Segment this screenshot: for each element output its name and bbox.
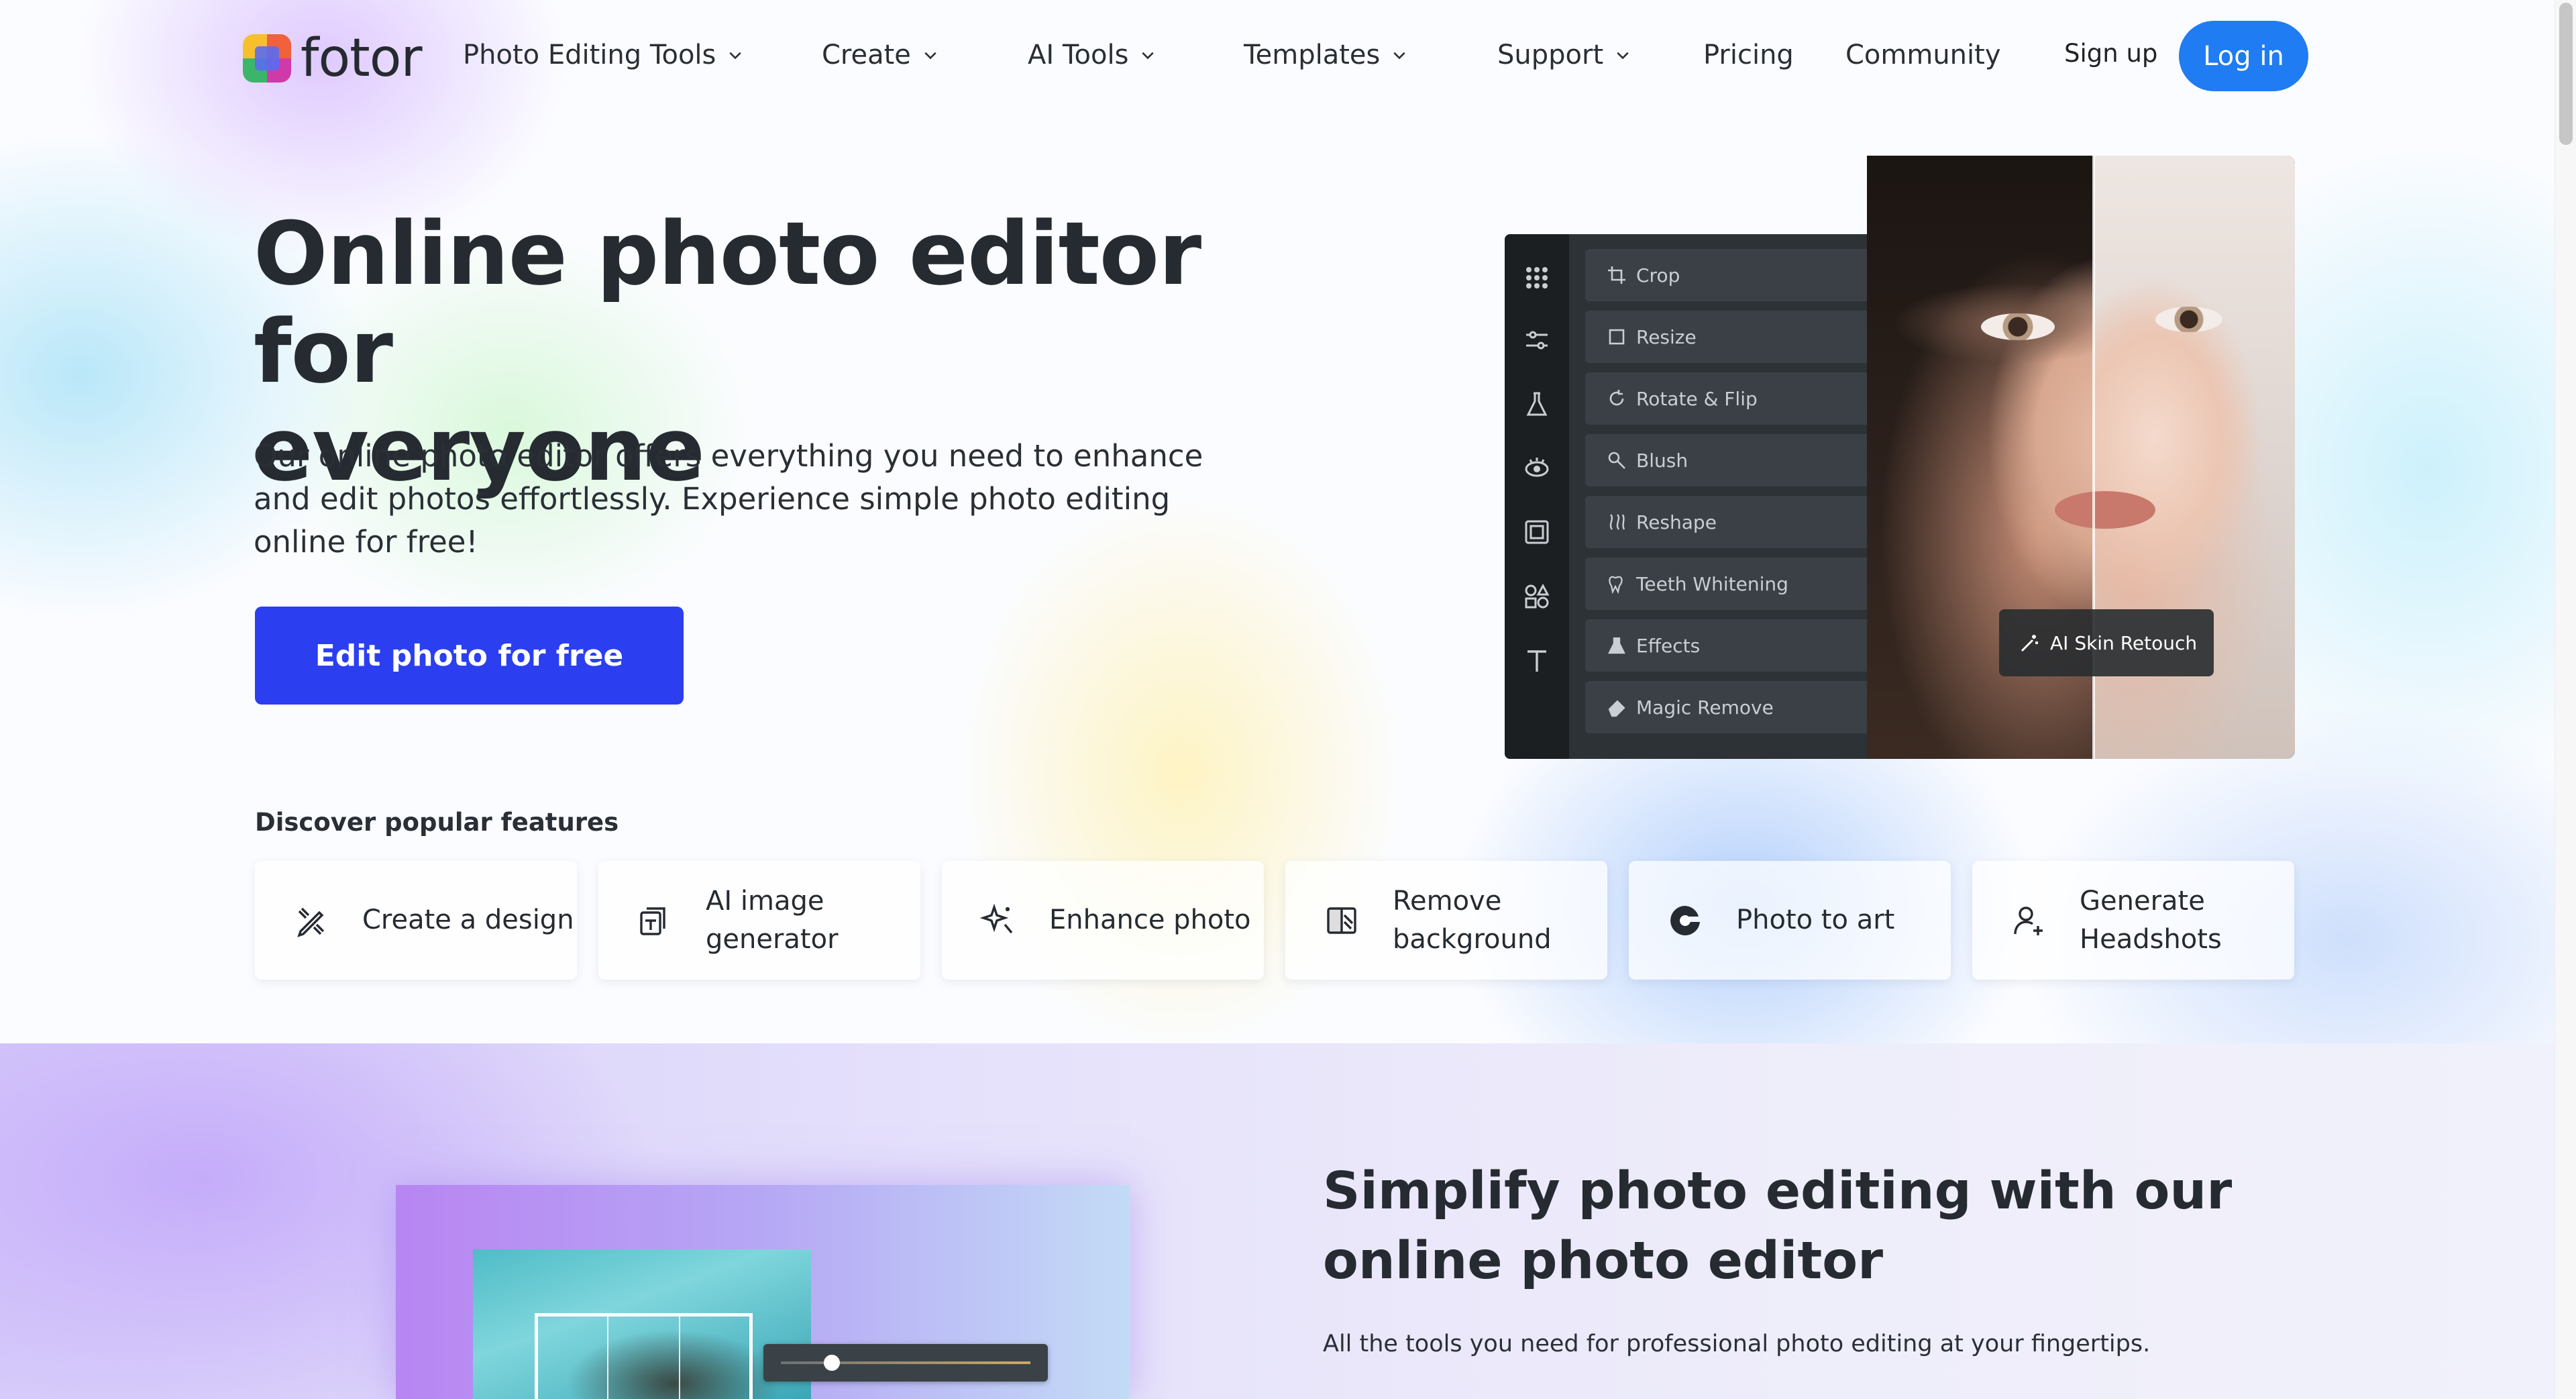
- nav-label: Templates: [1244, 40, 1381, 70]
- hero-subtitle: Our online photo editor offers everythin…: [254, 438, 1203, 560]
- feature-label: Generate Headshots: [2080, 885, 2222, 955]
- section2-subtitle: All the tools you need for professional …: [1323, 1331, 2151, 1357]
- nav-label: Create: [822, 40, 911, 70]
- design-pencil-icon: [292, 902, 330, 939]
- nav-pricing[interactable]: Pricing: [1703, 38, 1794, 72]
- tool-label: Magic Remove: [1636, 696, 1774, 719]
- frame-icon: [1523, 519, 1550, 546]
- feature-ai-image-generator[interactable]: AI image generator: [598, 861, 920, 980]
- nav-label: AI Tools: [1028, 40, 1129, 70]
- tool-effects: Effects: [1585, 619, 1867, 672]
- feature-remove-background[interactable]: Remove background: [1285, 861, 1607, 980]
- tool-teeth-whitening: Teeth Whitening: [1585, 558, 1867, 610]
- logo-wordmark: fotor: [301, 28, 423, 89]
- blush-brush-icon: [1608, 452, 1625, 469]
- tool-label: Resize: [1636, 325, 1697, 348]
- tool-label: Effects: [1636, 634, 1701, 657]
- tool-magic-remove: Magic Remove: [1585, 681, 1867, 733]
- ai-image-icon: [636, 902, 674, 939]
- remove-background-icon: [1323, 902, 1360, 939]
- portrait-eye: [1981, 313, 2055, 340]
- fotor-logo-icon: [243, 34, 291, 83]
- tool-rotate-flip: Rotate & Flip: [1585, 372, 1867, 425]
- tool-label: Reshape: [1636, 511, 1717, 533]
- eye-beauty-icon: [1523, 454, 1550, 481]
- nav-label: Pricing: [1703, 40, 1794, 70]
- elements-shapes-icon: [1523, 583, 1550, 610]
- nav-ai-tools[interactable]: AI Tools: [1028, 38, 1155, 72]
- tool-reshape: Reshape: [1585, 496, 1867, 548]
- nav-label: Photo Editing Tools: [463, 40, 716, 70]
- grid-dots-icon: [1523, 264, 1550, 291]
- page-scrollbar[interactable]: [2555, 0, 2576, 1399]
- scrollbar-thumb[interactable]: [2559, 3, 2573, 145]
- feature-enhance-photo[interactable]: Enhance photo: [942, 861, 1264, 980]
- tool-label: Blush: [1636, 449, 1688, 472]
- flask-icon: [1608, 637, 1625, 654]
- page: fotor Photo Editing Tools Create AI Tool…: [0, 0, 2555, 1399]
- chevron-down-icon: [1393, 52, 1405, 60]
- feature-label: Remove background: [1393, 885, 1552, 955]
- badge-label: AI Skin Retouch: [2050, 631, 2198, 654]
- tool-label: Rotate & Flip: [1636, 387, 1758, 410]
- chevron-down-icon: [729, 52, 742, 60]
- text-tool-icon: [1523, 647, 1550, 674]
- nav-templates[interactable]: Templates: [1244, 38, 1407, 72]
- crop-overlay: [535, 1313, 753, 1399]
- portrait-lips: [2055, 491, 2155, 529]
- crop-icon: [1608, 266, 1625, 284]
- feature-label: AI image generator: [706, 885, 839, 955]
- nav-community[interactable]: Community: [1845, 38, 2001, 72]
- eraser-icon: [1608, 700, 1625, 717]
- nav-create[interactable]: Create: [822, 38, 938, 72]
- site-header: fotor Photo Editing Tools Create AI Tool…: [0, 0, 2555, 111]
- reshape-icon: [1609, 514, 1625, 530]
- ai-skin-retouch-badge: AI Skin Retouch: [1999, 609, 2214, 676]
- feature-generate-headshots[interactable]: Generate Headshots: [1972, 861, 2294, 980]
- features-heading: Discover popular features: [255, 808, 619, 837]
- feature-create-design[interactable]: Create a design: [255, 861, 577, 980]
- nav-photo-editing-tools[interactable]: Photo Editing Tools: [463, 38, 743, 72]
- section2-title: Simplify photo editing with our online p…: [1323, 1161, 2233, 1291]
- flask-effects-icon: [1523, 391, 1550, 417]
- tool-crop: Crop: [1585, 249, 1867, 301]
- feature-photo-to-art[interactable]: Photo to art: [1629, 861, 1951, 980]
- slider-knob: [824, 1355, 840, 1371]
- tooth-icon: [1609, 576, 1623, 594]
- adjust-slider: [763, 1344, 1048, 1382]
- feature-label: Create a design: [362, 904, 574, 935]
- editor-mockup: Crop Resize Rotate & Flip Blush Reshape …: [1505, 234, 1867, 759]
- rotate-icon: [1609, 390, 1624, 406]
- sign-up-link[interactable]: Sign up: [2064, 39, 2157, 68]
- hero-title-line1: Online photo editor for: [254, 203, 1201, 403]
- nav-label: Support: [1497, 40, 1604, 70]
- chevron-down-icon: [1142, 52, 1155, 60]
- sliders-adjust-icon: [1523, 327, 1550, 354]
- tool-label: Crop: [1636, 264, 1680, 287]
- editor-icon-bar: [1505, 234, 1569, 759]
- fotor-logo[interactable]: fotor: [243, 28, 423, 89]
- photo-art-icon: [1666, 902, 1704, 939]
- tool-resize: Resize: [1585, 311, 1867, 363]
- magic-wand-icon: [2021, 635, 2038, 652]
- edit-photo-free-button[interactable]: Edit photo for free: [255, 607, 684, 705]
- chevron-down-icon: [924, 52, 936, 60]
- portrait-eye: [2155, 307, 2222, 332]
- resize-icon: [1609, 329, 1625, 345]
- nav-support[interactable]: Support: [1497, 38, 1630, 72]
- sparkle-enhance-icon: [979, 902, 1017, 939]
- feature-label: Enhance photo: [1049, 904, 1251, 935]
- tool-blush: Blush: [1585, 434, 1867, 486]
- chevron-down-icon: [1617, 52, 1629, 60]
- log-in-button[interactable]: Log in: [2179, 21, 2308, 91]
- feature-label: Photo to art: [1736, 904, 1895, 935]
- nav-label: Community: [1845, 40, 2001, 70]
- headshot-user-icon: [2010, 902, 2047, 939]
- slider-track: [781, 1361, 1030, 1364]
- tool-label: Teeth Whitening: [1636, 572, 1788, 595]
